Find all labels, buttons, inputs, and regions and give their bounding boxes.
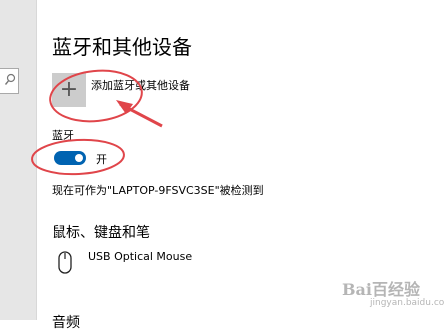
toggle-knob — [75, 154, 83, 162]
annotation-arrow — [119, 102, 163, 128]
bluetooth-label: 蓝牙 — [52, 129, 74, 142]
page-title: 蓝牙和其他设备 — [52, 35, 192, 59]
discoverable-status: 现在可作为"LAPTOP-9FSVC3SE"被检测到 — [52, 184, 264, 197]
section-title-audio: 音频 — [52, 315, 80, 331]
section-title-mouse-keyboard-pen: 鼠标、键盘和笔 — [52, 225, 150, 241]
plus-icon: + — [59, 77, 79, 102]
device-name[interactable]: USB Optical Mouse — [88, 250, 192, 263]
annotation-arrowhead — [116, 100, 133, 114]
bluetooth-state-text: 开 — [96, 153, 107, 166]
bluetooth-toggle[interactable] — [54, 151, 86, 165]
nav-search-box[interactable] — [0, 68, 19, 94]
search-icon — [4, 73, 16, 85]
add-device-button[interactable]: + — [52, 73, 86, 107]
left-nav-strip — [0, 0, 37, 320]
watermark: Bai百经验 jingyan.baidu.com — [340, 272, 444, 312]
watermark-brand: Bai百经验 — [342, 280, 420, 299]
watermark-url: jingyan.baidu.com — [370, 298, 444, 308]
add-device-label[interactable]: 添加蓝牙或其他设备 — [91, 77, 190, 93]
mouse-icon — [58, 251, 72, 274]
